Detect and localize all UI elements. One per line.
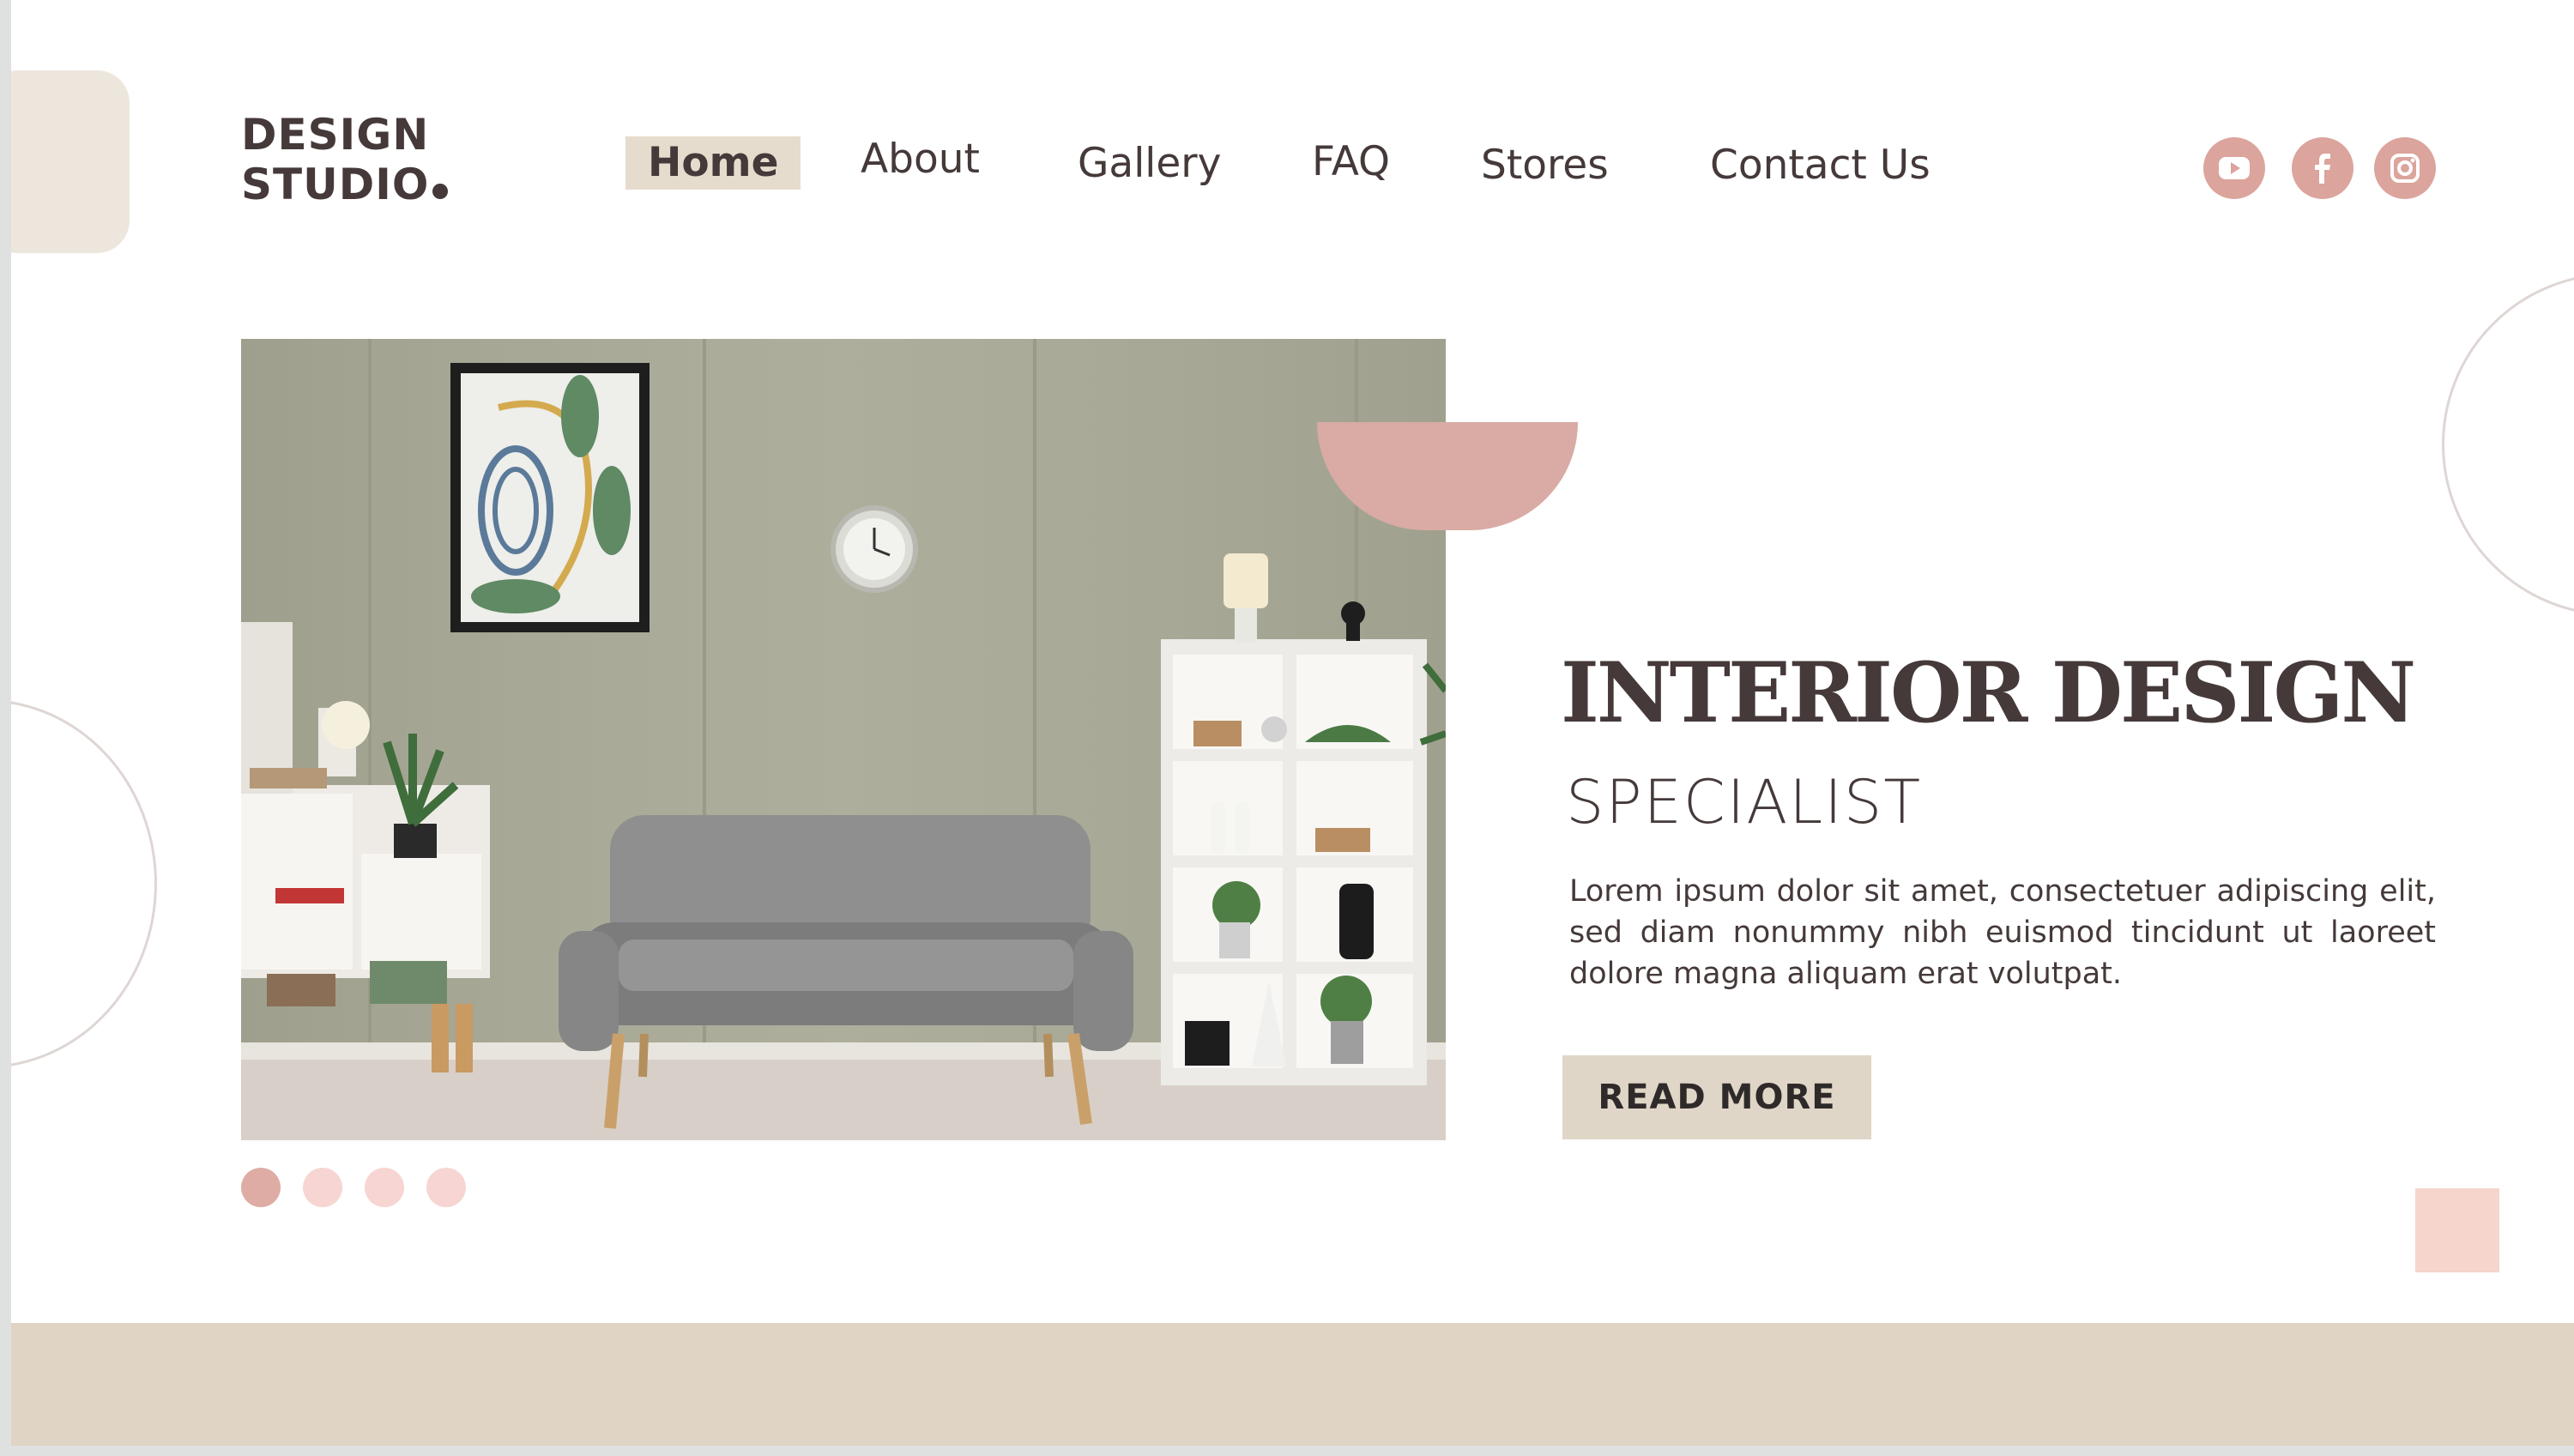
nav-about[interactable]: About: [861, 133, 980, 186]
nav-contact-us[interactable]: Contact Us: [1710, 139, 1930, 192]
footer-band: [11, 1323, 2574, 1446]
decorative-circle-left: [11, 699, 157, 1068]
slider-dot-3[interactable]: [365, 1168, 404, 1207]
facebook-glyph: [2315, 154, 2330, 184]
facebook-icon[interactable]: [2292, 137, 2353, 199]
instagram-icon[interactable]: [2374, 137, 2436, 199]
hero-image: [241, 339, 1446, 1140]
landing-page: DESIGN STUDIO Home About Gallery FAQ Sto…: [11, 0, 2574, 1446]
slider-dot-4[interactable]: [426, 1168, 466, 1207]
decorative-square: [2415, 1188, 2499, 1272]
slider-dot-1[interactable]: [241, 1168, 281, 1207]
nav-faq[interactable]: FAQ: [1312, 136, 1390, 189]
slider-dot-2[interactable]: [303, 1168, 342, 1207]
decorative-corner-block: [11, 70, 130, 253]
brand-dot: [432, 184, 449, 199]
youtube-glyph: [2219, 157, 2250, 179]
hero-subtitle: SPECIALIST: [1566, 767, 1923, 837]
brand-logo[interactable]: DESIGN STUDIO: [241, 110, 449, 209]
hero-title: INTERIOR DESIGN: [1561, 644, 2416, 741]
nav-stores[interactable]: Stores: [1481, 139, 1609, 192]
nav-gallery[interactable]: Gallery: [1078, 137, 1221, 190]
instagram-glyph: [2390, 154, 2420, 183]
decorative-circle-right: [2442, 273, 2574, 616]
read-more-button[interactable]: READ MORE: [1562, 1055, 1871, 1139]
nav-home[interactable]: Home: [625, 136, 801, 190]
brand-line-2: STUDIO: [241, 160, 430, 209]
youtube-icon[interactable]: [2203, 137, 2265, 199]
living-room-illustration: [241, 339, 1446, 1140]
brand-line-1: DESIGN: [241, 110, 430, 160]
hero-description: Lorem ipsum dolor sit amet, consectetuer…: [1569, 874, 2436, 991]
